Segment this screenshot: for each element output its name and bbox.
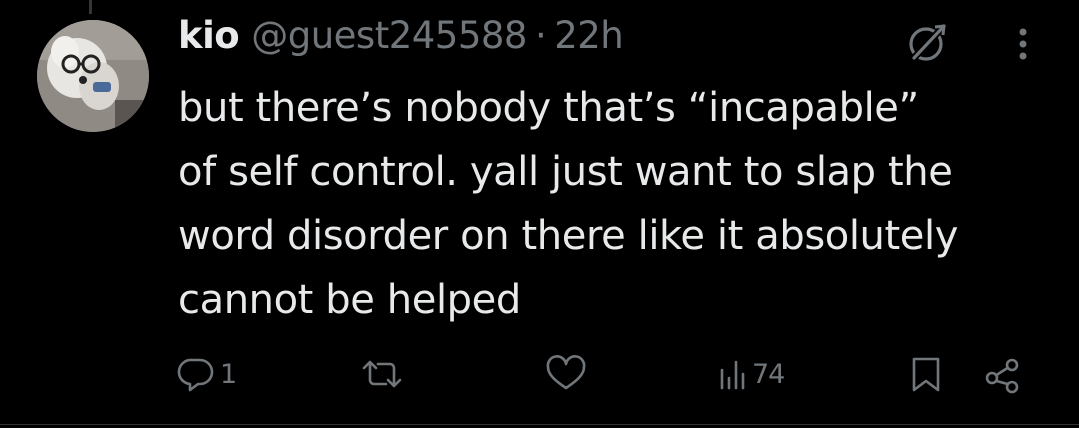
like-button[interactable] — [544, 352, 588, 396]
views-count: 74 — [752, 358, 785, 390]
share-button[interactable] — [980, 352, 1024, 396]
views-icon — [718, 354, 748, 394]
repost-button[interactable] — [358, 352, 406, 396]
tweet-header: kio @guest245588 · 22h — [178, 14, 624, 66]
tweet-text: but there’s nobody that’s “incapable” of… — [178, 85, 958, 323]
reply-button[interactable]: 1 — [176, 352, 237, 396]
share-icon — [980, 354, 1024, 394]
repost-icon — [358, 354, 406, 394]
heart-icon — [544, 354, 588, 394]
user-handle[interactable]: @guest245588 — [251, 14, 527, 57]
separator-dot: · — [534, 14, 547, 57]
tweet-divider — [0, 424, 1079, 425]
reply-count: 1 — [220, 358, 237, 390]
more-icon[interactable] — [1008, 22, 1038, 66]
avatar[interactable] — [37, 20, 149, 132]
timestamp[interactable]: 22h — [554, 14, 624, 57]
views-button[interactable]: 74 — [718, 352, 785, 396]
thread-connector-line — [89, 0, 92, 14]
grok-icon[interactable] — [904, 20, 950, 66]
reply-icon — [176, 354, 216, 394]
display-name[interactable]: kio — [178, 14, 240, 57]
bookmark-icon — [906, 354, 946, 394]
bookmark-button[interactable] — [906, 352, 946, 396]
